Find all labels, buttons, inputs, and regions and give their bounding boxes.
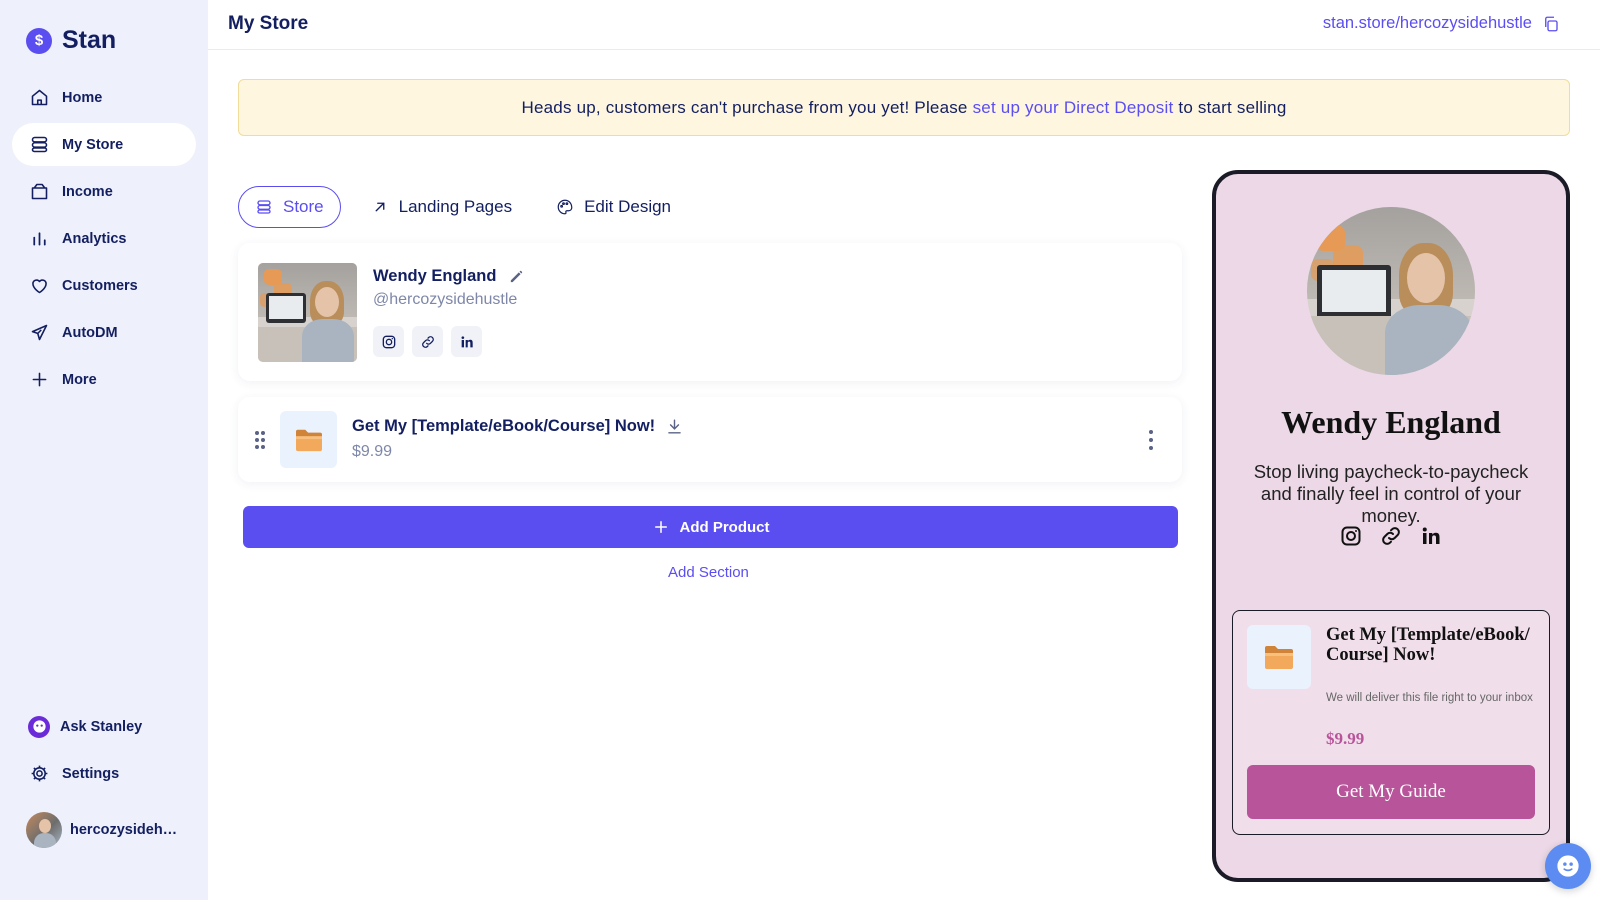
- tab-label: Edit Design: [584, 197, 672, 216]
- home-icon: [31, 89, 48, 106]
- banner-text-after: to start selling: [1178, 97, 1287, 117]
- banner-text-before: Heads up, customers can't purchase from …: [521, 97, 968, 117]
- store-icon: [31, 136, 48, 153]
- preview-profile-photo: [1307, 207, 1475, 375]
- store-url-link[interactable]: stan.store/hercozysidehustle: [1323, 14, 1532, 33]
- stanley-icon: [28, 715, 50, 738]
- linkedin-icon: [461, 335, 473, 347]
- sidebar-bottom: Ask Stanley Settings: [12, 705, 196, 799]
- more-options-icon[interactable]: [1148, 429, 1154, 451]
- link-icon: [421, 335, 434, 348]
- chat-support-button[interactable]: [1545, 843, 1591, 889]
- store-preview-phone: Wendy England Stop living paycheck-to-pa…: [1212, 170, 1570, 882]
- tab-edit-design[interactable]: Edit Design: [542, 186, 685, 228]
- tab-store[interactable]: Store: [238, 186, 341, 228]
- sidebar-item-income[interactable]: Income: [12, 170, 196, 213]
- top-header: My Store stan.store/hercozysidehustle: [208, 0, 1600, 50]
- sidebar-item-settings[interactable]: Settings: [12, 752, 196, 795]
- preview-product-price: $9.99: [1326, 729, 1365, 748]
- sidebar-item-label: My Store: [62, 136, 124, 153]
- add-product-button[interactable]: Add Product: [243, 506, 1178, 548]
- sidebar-item-analytics[interactable]: Analytics: [12, 217, 196, 260]
- plus-icon: [654, 521, 667, 533]
- page-title: My Store: [228, 13, 309, 34]
- folder-icon: [295, 429, 322, 451]
- add-section-link[interactable]: Add Section: [668, 564, 749, 581]
- download-icon: [668, 419, 681, 434]
- sidebar: $ Stan Home My Store Income Analytics Cu…: [0, 0, 208, 900]
- wallet-icon: [31, 183, 48, 200]
- user-profile-menu[interactable]: hercozysidehustle: [26, 812, 182, 848]
- drag-handle-icon[interactable]: [254, 430, 266, 450]
- product-title: Get My [Template/eBook/Course] Now!: [352, 417, 684, 436]
- sidebar-item-more[interactable]: More: [12, 358, 196, 401]
- sidebar-item-autodm[interactable]: AutoDM: [12, 311, 196, 354]
- preview-product-card[interactable]: Get My [Template/eBook/Course] Now! We w…: [1232, 610, 1550, 835]
- preview-get-guide-button[interactable]: Get My Guide: [1247, 765, 1535, 819]
- tab-landing-pages[interactable]: Landing Pages: [357, 186, 526, 228]
- palette-icon: [557, 199, 573, 215]
- plus-icon: [32, 372, 47, 387]
- avatar: [26, 812, 62, 848]
- preview-name: Wendy England: [1281, 404, 1501, 440]
- pencil-icon[interactable]: [508, 268, 525, 285]
- stanley-chat-icon: [1557, 855, 1579, 877]
- sidebar-item-label: More: [62, 371, 97, 388]
- sidebar-item-ask-stanley[interactable]: Ask Stanley: [12, 705, 196, 748]
- sidebar-item-label: Customers: [62, 277, 138, 294]
- stan-logo-icon: $: [26, 27, 52, 54]
- preview-product-title: Get My [Template/eBook/Course] Now!: [1326, 625, 1530, 665]
- tab-label: Store: [283, 197, 324, 216]
- brand-name: Stan: [62, 26, 117, 54]
- user-name: hercozysidehustle: [70, 822, 182, 838]
- sidebar-item-label: Analytics: [62, 230, 127, 247]
- send-icon: [31, 324, 48, 341]
- product-thumbnail: [280, 411, 337, 468]
- direct-deposit-link[interactable]: set up your Direct Deposit: [973, 98, 1174, 118]
- link-icon[interactable]: [1379, 524, 1403, 548]
- product-list-item[interactable]: Get My [Template/eBook/Course] Now! $9.9…: [238, 397, 1182, 482]
- sidebar-item-label: Ask Stanley: [60, 718, 143, 735]
- store-icon: [257, 200, 271, 214]
- profile-card[interactable]: Wendy England @hercozysidehustle: [238, 243, 1182, 381]
- arrow-up-right-icon: [375, 202, 385, 212]
- link-button[interactable]: [412, 326, 443, 357]
- copy-icon[interactable]: [1542, 15, 1560, 33]
- sidebar-item-label: Settings: [62, 765, 120, 782]
- sidebar-item-home[interactable]: Home: [12, 76, 196, 119]
- preview-social-links: [1216, 524, 1566, 548]
- heart-icon: [32, 279, 47, 294]
- folder-icon: [1265, 646, 1293, 669]
- sidebar-item-my-store[interactable]: My Store: [12, 123, 196, 166]
- product-title-text: Get My [Template/eBook/Course] Now!: [352, 417, 656, 435]
- sidebar-item-label: AutoDM: [62, 324, 118, 341]
- direct-deposit-warning-banner: Heads up, customers can't purchase from …: [238, 79, 1570, 136]
- instagram-icon: [382, 335, 395, 348]
- profile-name-text: Wendy England: [373, 267, 497, 285]
- sidebar-item-label: Home: [62, 89, 103, 106]
- preview-product-description: We will deliver this file right to your …: [1326, 692, 1533, 704]
- bar-chart-icon: [33, 232, 46, 246]
- sidebar-item-customers[interactable]: Customers: [12, 264, 196, 307]
- linkedin-button[interactable]: [451, 326, 482, 357]
- add-product-label: Add Product: [679, 518, 770, 536]
- profile-social-links: [373, 326, 482, 357]
- linkedin-icon[interactable]: [1419, 524, 1443, 548]
- tab-label: Landing Pages: [398, 197, 513, 216]
- preview-product-thumbnail: [1247, 625, 1311, 689]
- gear-icon: [31, 765, 48, 782]
- store-tabs: Store Landing Pages Edit Design: [238, 186, 685, 228]
- instagram-button[interactable]: [373, 326, 404, 357]
- profile-photo: [258, 263, 357, 362]
- profile-name: Wendy England: [373, 267, 525, 286]
- preview-bio: Stop living paycheck-to-paycheck and fin…: [1253, 461, 1529, 526]
- instagram-icon[interactable]: [1339, 524, 1363, 548]
- sidebar-nav: Home My Store Income Analytics Customers…: [12, 76, 196, 405]
- brand[interactable]: $ Stan: [26, 26, 116, 55]
- sidebar-item-label: Income: [62, 183, 113, 200]
- profile-handle: @hercozysidehustle: [373, 291, 518, 308]
- product-price: $9.99: [352, 443, 393, 460]
